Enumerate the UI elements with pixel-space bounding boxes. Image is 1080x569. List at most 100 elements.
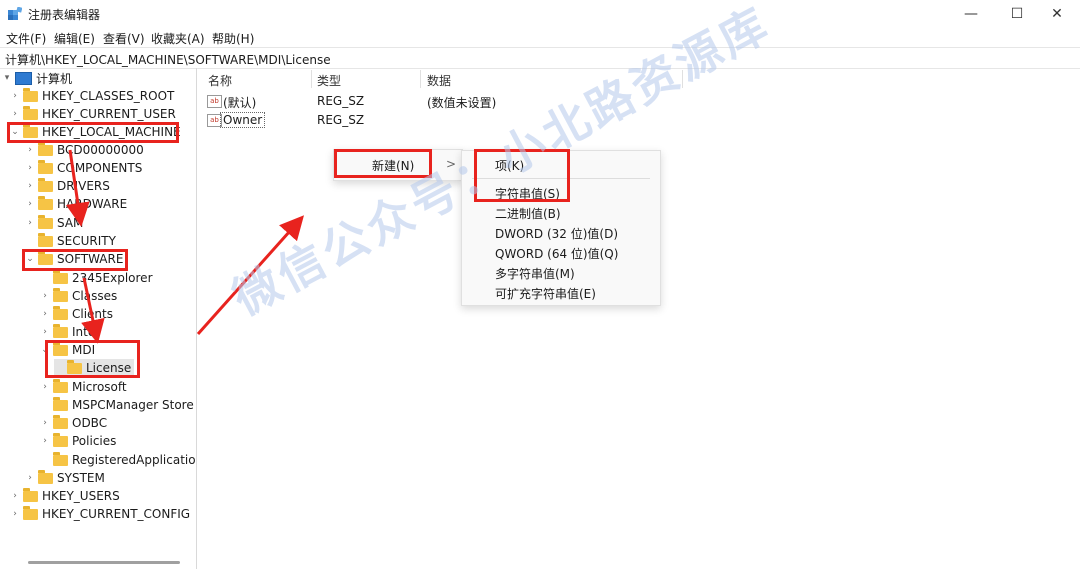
- folder-icon: [38, 177, 53, 192]
- tree-label: ODBC: [72, 416, 108, 430]
- tree-node-2345explorer[interactable]: 2345Explorer: [40, 269, 153, 287]
- string-value-icon: ab: [207, 114, 222, 127]
- chevron-right-icon[interactable]: ›: [40, 291, 50, 301]
- menu-favorites[interactable]: 收藏夹(A): [151, 30, 205, 47]
- folder-icon: [53, 432, 68, 447]
- folder-icon: [38, 232, 53, 247]
- tree-label: RegisteredApplications: [72, 453, 197, 467]
- value-type: REG_SZ: [317, 113, 365, 127]
- chevron-right-icon[interactable]: ›: [25, 181, 35, 191]
- tree-node-odbc[interactable]: › ODBC: [40, 414, 107, 432]
- registry-tree[interactable]: ▾ 计算机 › HKEY_CLASSES_ROOT › HKEY_CURRENT…: [0, 68, 197, 569]
- folder-icon: [38, 195, 53, 210]
- column-header-name[interactable]: 名称: [208, 72, 232, 89]
- chevron-right-icon[interactable]: ›: [40, 436, 50, 446]
- column-separator[interactable]: [420, 70, 421, 88]
- tree-node-microsoft[interactable]: › Microsoft: [40, 378, 127, 396]
- annotation-box-new: [334, 149, 432, 178]
- chevron-right-icon[interactable]: ›: [25, 473, 35, 483]
- value-row-owner[interactable]: ab Owner REG_SZ: [200, 111, 1080, 129]
- chevron-right-icon[interactable]: ›: [10, 509, 20, 519]
- submenu-qword-value[interactable]: QWORD (64 位)值(Q): [495, 245, 618, 262]
- column-header-type[interactable]: 类型: [317, 72, 341, 89]
- folder-icon: [53, 451, 68, 466]
- chevron-right-icon[interactable]: ›: [40, 382, 50, 392]
- tree-node-hkcu[interactable]: › HKEY_CURRENT_USER: [10, 105, 176, 123]
- tree-node-clients[interactable]: › Clients: [40, 305, 113, 323]
- title-bar: 注册表编辑器 — ☐ ✕: [0, 0, 1080, 28]
- menu-file[interactable]: 文件(F): [6, 30, 46, 47]
- tree-node-registeredapplications[interactable]: RegisteredApplications: [40, 451, 197, 469]
- tree-node-bcd[interactable]: › BCD00000000: [25, 141, 144, 159]
- tree-node-system[interactable]: › SYSTEM: [25, 469, 105, 487]
- tree-label: HKEY_CURRENT_USER: [42, 107, 176, 121]
- tree-node-mspcmanager[interactable]: MSPCManager Store: [40, 396, 194, 414]
- submenu-expandable-string-value[interactable]: 可扩充字符串值(E): [495, 285, 596, 302]
- tree-label: 计算机: [36, 71, 73, 86]
- tree-horizontal-scrollbar[interactable]: [28, 561, 180, 564]
- chevron-right-icon[interactable]: ›: [10, 491, 20, 501]
- chevron-right-icon[interactable]: ›: [25, 145, 35, 155]
- tree-label: Classes: [72, 289, 118, 303]
- chevron-right-icon[interactable]: ›: [25, 218, 35, 228]
- column-header-data[interactable]: 数据: [427, 72, 451, 89]
- regedit-app-icon: [8, 7, 22, 20]
- folder-icon: [53, 305, 68, 320]
- folder-icon: [23, 87, 38, 102]
- folder-icon: [23, 505, 38, 520]
- value-row-default[interactable]: ab (默认) REG_SZ (数值未设置): [200, 92, 1080, 110]
- tree-node-hkcr[interactable]: › HKEY_CLASSES_ROOT: [10, 87, 174, 105]
- close-button[interactable]: ✕: [1034, 0, 1080, 28]
- tree-label: HKEY_CLASSES_ROOT: [42, 89, 175, 103]
- value-name: Owner: [219, 112, 266, 128]
- submenu-multi-string-value[interactable]: 多字符串值(M): [495, 265, 575, 282]
- tree-node-intel[interactable]: › Intel: [40, 323, 99, 341]
- folder-icon: [53, 269, 68, 284]
- tree-node-computer[interactable]: ▾ 计算机: [2, 69, 72, 87]
- tree-label: SYSTEM: [57, 471, 105, 485]
- chevron-right-icon[interactable]: ›: [40, 309, 50, 319]
- tree-label: COMPONENTS: [57, 161, 143, 175]
- chevron-right-icon: >: [446, 157, 457, 171]
- tree-node-hkcc[interactable]: › HKEY_CURRENT_CONFIG: [10, 505, 190, 523]
- folder-icon: [53, 287, 68, 302]
- address-path[interactable]: 计算机\HKEY_LOCAL_MACHINE\SOFTWARE\MDI\Lice…: [5, 51, 331, 68]
- annotation-box-hklm: [7, 122, 179, 143]
- folder-icon: [38, 214, 53, 229]
- menu-edit[interactable]: 编辑(E): [54, 30, 95, 47]
- minimize-button[interactable]: —: [948, 0, 994, 28]
- tree-node-hardware[interactable]: › HARDWARE: [25, 195, 127, 213]
- tree-label: MSPCManager Store: [72, 398, 194, 412]
- tree-node-sam[interactable]: › SAM: [25, 214, 83, 232]
- chevron-down-icon[interactable]: ▾: [2, 73, 12, 83]
- chevron-right-icon[interactable]: ›: [40, 418, 50, 428]
- tree-label: BCD00000000: [57, 143, 144, 157]
- menu-help[interactable]: 帮助(H): [212, 30, 254, 47]
- chevron-right-icon[interactable]: ›: [40, 327, 50, 337]
- tree-label: DRIVERS: [57, 179, 110, 193]
- chevron-right-icon[interactable]: ›: [25, 199, 35, 209]
- chevron-right-icon[interactable]: ›: [10, 91, 20, 101]
- tree-node-policies[interactable]: › Policies: [40, 432, 116, 450]
- tree-node-classes[interactable]: › Classes: [40, 287, 117, 305]
- column-separator[interactable]: [311, 70, 312, 88]
- menu-view[interactable]: 查看(V): [103, 30, 145, 47]
- maximize-icon: ☐: [1010, 6, 1024, 22]
- address-bar[interactable]: 计算机\HKEY_LOCAL_MACHINE\SOFTWARE\MDI\Lice…: [0, 47, 1080, 69]
- value-type: REG_SZ: [317, 94, 365, 108]
- tree-node-components[interactable]: › COMPONENTS: [25, 159, 142, 177]
- tree-node-hku[interactable]: › HKEY_USERS: [10, 487, 120, 505]
- minimize-icon: —: [964, 6, 978, 22]
- value-name: (默认): [223, 96, 257, 110]
- tree-node-security[interactable]: SECURITY: [25, 232, 116, 250]
- chevron-right-icon[interactable]: ›: [10, 109, 20, 119]
- values-list[interactable]: 名称 类型 数据 ab (默认) REG_SZ (数值未设置) ab Owner…: [200, 68, 1080, 569]
- annotation-box-key-string: [474, 149, 570, 202]
- submenu-dword-value[interactable]: DWORD (32 位)值(D): [495, 225, 618, 242]
- string-value-icon: ab: [207, 95, 222, 108]
- chevron-right-icon[interactable]: ›: [25, 163, 35, 173]
- column-separator[interactable]: [682, 70, 683, 88]
- folder-icon: [38, 159, 53, 174]
- submenu-binary-value[interactable]: 二进制值(B): [495, 205, 561, 222]
- tree-node-drivers[interactable]: › DRIVERS: [25, 177, 110, 195]
